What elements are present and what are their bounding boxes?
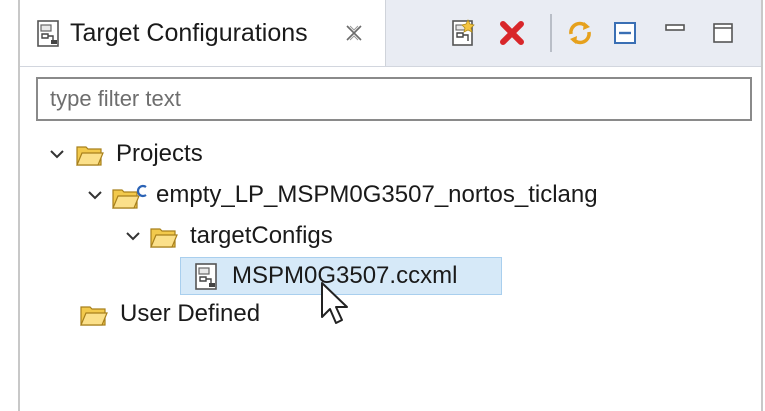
- tree-item-label: User Defined: [120, 300, 261, 327]
- maximize-icon[interactable]: [708, 18, 738, 48]
- target-configurations-view: Target Configurations type filter text P…: [18, 0, 763, 411]
- tree-item-targetconfigs[interactable]: targetConfigs: [120, 219, 440, 255]
- mouse-pointer-icon: [320, 281, 360, 331]
- target-config-icon: [36, 20, 62, 48]
- view-title-bar: Target Configurations: [20, 0, 761, 67]
- filter-input[interactable]: [36, 77, 752, 121]
- delete-icon[interactable]: [497, 18, 527, 48]
- refresh-icon[interactable]: [565, 18, 595, 48]
- tree-item-label: Projects: [116, 140, 203, 167]
- new-target-config-icon[interactable]: [448, 18, 478, 48]
- close-icon[interactable]: [343, 22, 365, 44]
- minimize-icon[interactable]: [660, 18, 690, 48]
- folder-open-icon: [150, 225, 178, 249]
- folder-open-icon: [80, 303, 108, 327]
- tree-item-projects[interactable]: Projects: [44, 137, 344, 173]
- tree-item-label: targetConfigs: [190, 222, 333, 249]
- chevron-down-icon[interactable]: [48, 145, 66, 163]
- tab-label: Target Configurations: [70, 19, 308, 47]
- folder-open-icon: [76, 143, 104, 167]
- collapse-all-icon[interactable]: [610, 18, 640, 48]
- toolbar-separator: [550, 14, 552, 52]
- project-folder-icon: [112, 184, 148, 209]
- tree-item-user-defined[interactable]: User Defined: [76, 297, 336, 333]
- tree-item-label: empty_LP_MSPM0G3507_nortos_ticlang: [156, 181, 598, 208]
- tab-target-configurations[interactable]: Target Configurations: [20, 0, 386, 66]
- target-config-file-icon: [194, 263, 220, 291]
- chevron-down-icon[interactable]: [124, 227, 142, 245]
- chevron-down-icon[interactable]: [86, 186, 104, 204]
- tree-item-project[interactable]: empty_LP_MSPM0G3507_nortos_ticlang: [82, 178, 722, 214]
